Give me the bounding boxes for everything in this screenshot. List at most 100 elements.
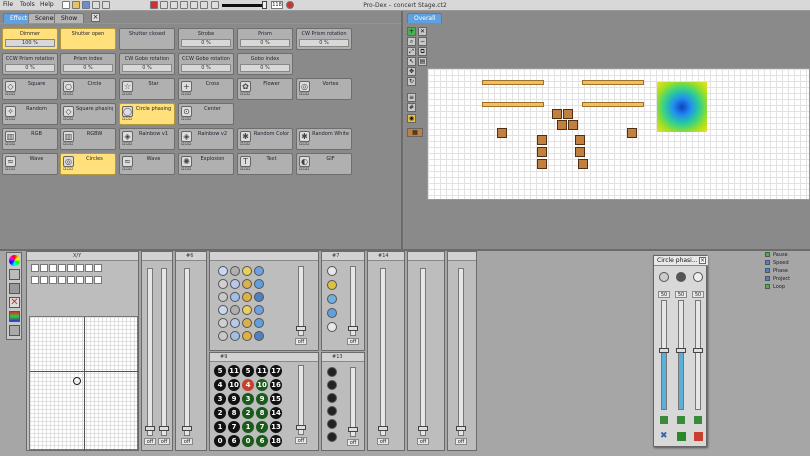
close-icon[interactable]: ×: [699, 257, 706, 264]
effect-button[interactable]: Shutter closed: [119, 28, 175, 50]
gobo-icon[interactable]: [9, 269, 20, 280]
float-fader-1[interactable]: [661, 300, 667, 410]
fader-handle[interactable]: [456, 426, 466, 431]
legend-item[interactable]: Speed: [765, 259, 810, 267]
effect-mini-controls[interactable]: ▫▫▫: [63, 141, 73, 147]
rgb-icon[interactable]: [9, 311, 20, 322]
effect-button[interactable]: ◈ ▫▫▫ Rainbow v2: [178, 128, 234, 150]
gobo-number-button[interactable]: 7: [228, 421, 240, 433]
effect-mini-controls[interactable]: ▫▫▫: [122, 116, 132, 122]
moving-head-fixture[interactable]: [497, 128, 507, 138]
xy-preset-icon[interactable]: [85, 264, 93, 272]
float-fader-3-handle[interactable]: [693, 348, 703, 353]
gobo-number-button[interactable]: 2: [242, 407, 254, 419]
grid-icon[interactable]: #: [407, 103, 416, 112]
fader-off-label[interactable]: off: [158, 438, 170, 445]
fader-off-label[interactable]: off: [377, 438, 389, 445]
tab-overall[interactable]: Overall: [407, 13, 443, 23]
effect-button[interactable]: ◎ ▫▫▫ Circles: [60, 153, 116, 175]
effect-button[interactable]: Gobo index 0 %: [237, 53, 293, 75]
gobo-number-button[interactable]: 6: [228, 435, 240, 447]
channel-preset-button[interactable]: [327, 294, 337, 304]
fader-handle[interactable]: [296, 326, 306, 331]
effect-button[interactable]: ◯ ▫▫▫ Circle phasing: [119, 103, 175, 125]
gobo-number-button[interactable]: 5: [214, 365, 226, 377]
color-preset-button[interactable]: [254, 318, 264, 328]
gobo-number-button[interactable]: 0: [242, 435, 254, 447]
xy-preset-icon[interactable]: [31, 264, 39, 272]
stage-view[interactable]: [427, 68, 810, 200]
channel-fader[interactable]: [161, 268, 167, 436]
effect-mini-controls[interactable]: ▫▫▫: [181, 116, 191, 122]
effect-button[interactable]: ✱ ▫▫▫ Random White: [296, 128, 352, 150]
fader-handle[interactable]: [378, 426, 388, 431]
gobo-number-button[interactable]: 9: [228, 393, 240, 405]
delete-preset-icon[interactable]: [694, 432, 703, 441]
gobo-number-button[interactable]: 8: [256, 407, 268, 419]
delete-icon[interactable]: ✕: [418, 27, 427, 36]
light-bar-fixture[interactable]: [482, 80, 544, 85]
channel-preset-button[interactable]: [327, 280, 337, 290]
color-preset-button[interactable]: [218, 292, 228, 302]
moving-head-fixture[interactable]: [575, 135, 585, 145]
legend-item[interactable]: Pause: [765, 251, 810, 259]
color-preset-button[interactable]: [218, 305, 228, 315]
effect-button[interactable]: ▥ ▫▫▫ RGBW: [60, 128, 116, 150]
gobo-number-button[interactable]: 10: [256, 379, 268, 391]
effect-button[interactable]: ☆ ▫▫▫ Star: [119, 78, 175, 100]
float-fader-2-handle[interactable]: [676, 348, 686, 353]
channel-preset-button[interactable]: [327, 367, 337, 377]
effect-mini-controls[interactable]: ▫▫▫: [181, 166, 191, 172]
effect-mini-controls[interactable]: ▫▫▫: [299, 166, 309, 172]
xy-preset-icon[interactable]: [94, 276, 102, 284]
channel-fader[interactable]: [380, 268, 386, 436]
zoom-in-icon[interactable]: ⌕: [407, 37, 416, 46]
effect-value-slider[interactable]: 0 %: [63, 64, 113, 72]
effect-value-slider[interactable]: 0 %: [122, 64, 172, 72]
channel-preset-button[interactable]: [327, 419, 337, 429]
moving-head-fixture[interactable]: [563, 109, 573, 119]
effect-mini-controls[interactable]: ▫▫▫: [181, 91, 191, 97]
fader-handle[interactable]: [418, 426, 428, 431]
effect-button[interactable]: CCW Prism rotation 0 %: [2, 53, 58, 75]
gobo-number-button[interactable]: 4: [242, 379, 254, 391]
effect-mini-controls[interactable]: ▫▫▫: [299, 141, 309, 147]
effect-mini-controls[interactable]: ▫▫▫: [63, 91, 73, 97]
phase-circle-icon[interactable]: [693, 272, 703, 282]
gobo-number-button[interactable]: 9: [256, 393, 268, 405]
effect-button[interactable]: T ▫▫▫ Text: [237, 153, 293, 175]
fader-handle[interactable]: [145, 426, 155, 431]
xy-preset-icon[interactable]: [76, 276, 84, 284]
color-preset-button[interactable]: [242, 318, 252, 328]
close-tab-icon[interactable]: ×: [91, 13, 100, 22]
moving-head-fixture[interactable]: [627, 128, 637, 138]
effect-mini-controls[interactable]: ▫▫▫: [63, 166, 73, 172]
xy-preset-icon[interactable]: [31, 276, 39, 284]
moving-head-fixture[interactable]: [578, 159, 588, 169]
gobo-number-button[interactable]: 11: [256, 365, 268, 377]
legend-item[interactable]: Project: [765, 275, 810, 283]
color-wheel-icon[interactable]: [9, 255, 20, 266]
ok-icon[interactable]: [660, 416, 668, 424]
move-tool-icon[interactable]: ✥: [407, 67, 416, 76]
effect-button[interactable]: ◈ ▫▫▫ Rainbow v1: [119, 128, 175, 150]
effect-button[interactable]: ≈ ▫▫▫ Wave: [119, 153, 175, 175]
effect-mini-controls[interactable]: ▫▫▫: [5, 166, 15, 172]
gobo-number-button[interactable]: 6: [256, 435, 268, 447]
xy-cursor[interactable]: [73, 377, 81, 385]
effect-value-slider[interactable]: 0 %: [240, 39, 290, 47]
xy-preset-icon[interactable]: [40, 276, 48, 284]
add-fixture-icon[interactable]: +: [407, 27, 416, 36]
gobo-number-button[interactable]: 2: [214, 407, 226, 419]
effect-mini-controls[interactable]: ▫▫▫: [240, 141, 250, 147]
color-preset-button[interactable]: [218, 318, 228, 328]
xy-preset-icon[interactable]: [49, 276, 57, 284]
xy-preset-icon[interactable]: [58, 276, 66, 284]
effect-button[interactable]: ▥ ▫▫▫ RGB: [2, 128, 58, 150]
color-preset-button[interactable]: [230, 331, 240, 341]
xy-preset-icon[interactable]: [67, 264, 75, 272]
channel-preset-button[interactable]: [327, 380, 337, 390]
channel-fader[interactable]: [420, 268, 426, 436]
color-preset-button[interactable]: [230, 305, 240, 315]
xy-preset-icon[interactable]: [58, 264, 66, 272]
